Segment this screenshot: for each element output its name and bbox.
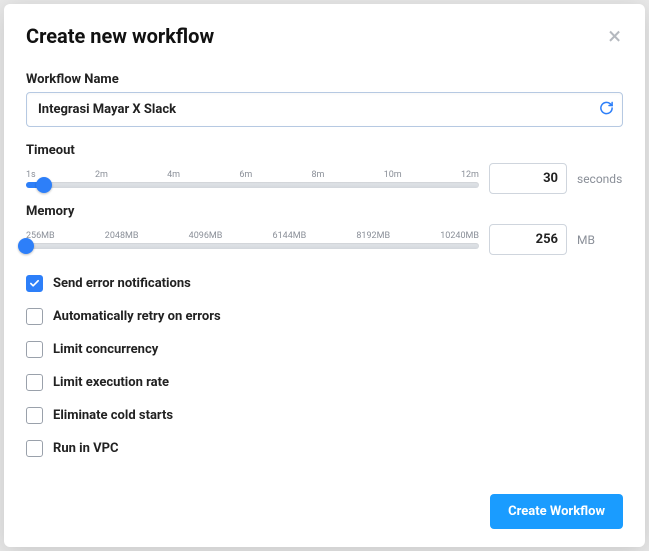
workflow-name-input[interactable]	[26, 92, 623, 127]
memory-slider[interactable]: 256MB2048MB4096MB6144MB8192MB10240MB	[26, 231, 479, 249]
checkbox-icon[interactable]	[26, 374, 43, 391]
create-workflow-modal: Create new workflow × Workflow Name Time…	[4, 4, 645, 547]
slider-tick: 2m	[95, 170, 108, 180]
checkbox-icon[interactable]	[26, 407, 43, 424]
timeout-slider[interactable]: 1s 2m 4m 6m 8m 10m 12m	[26, 170, 479, 188]
create-workflow-button[interactable]: Create Workflow	[490, 494, 623, 529]
slider-tick: 8192MB	[356, 231, 390, 241]
option-label: Send error notifications	[53, 276, 191, 291]
slider-tick: 8m	[312, 170, 325, 180]
slider-tick: 10m	[384, 170, 402, 180]
option-3[interactable]: Limit execution rate	[26, 374, 623, 391]
close-icon[interactable]: ×	[606, 22, 623, 50]
workflow-name-label: Workflow Name	[26, 72, 623, 87]
slider-tick: 6144MB	[273, 231, 307, 241]
slider-tick: 4096MB	[189, 231, 223, 241]
option-label: Run in VPC	[53, 441, 118, 456]
option-2[interactable]: Limit concurrency	[26, 341, 623, 358]
slider-tick: 2048MB	[105, 231, 139, 241]
slider-tick: 12m	[461, 170, 479, 180]
option-label: Automatically retry on errors	[53, 309, 221, 324]
option-label: Limit execution rate	[53, 375, 169, 390]
option-0[interactable]: Send error notifications	[26, 275, 623, 292]
option-1[interactable]: Automatically retry on errors	[26, 308, 623, 325]
checkbox-icon[interactable]	[26, 308, 43, 325]
checkbox-icon[interactable]	[26, 440, 43, 457]
slider-tick: 4m	[167, 170, 180, 180]
option-label: Limit concurrency	[53, 342, 158, 357]
option-4[interactable]: Eliminate cold starts	[26, 407, 623, 424]
memory-label: Memory	[26, 204, 623, 219]
slider-tick: 1s	[26, 170, 36, 180]
checkbox-icon[interactable]	[26, 275, 43, 292]
checkbox-icon[interactable]	[26, 341, 43, 358]
option-label: Eliminate cold starts	[53, 408, 173, 423]
option-5[interactable]: Run in VPC	[26, 440, 623, 457]
slider-tick: 10240MB	[440, 231, 479, 241]
memory-unit: MB	[577, 233, 623, 247]
modal-header: Create new workflow ×	[26, 22, 623, 50]
timeout-unit: seconds	[577, 172, 623, 186]
modal-title: Create new workflow	[26, 24, 214, 48]
refresh-icon[interactable]	[599, 100, 614, 119]
slider-tick: 6m	[239, 170, 252, 180]
memory-value-input[interactable]	[489, 224, 567, 255]
timeout-value-input[interactable]	[489, 163, 567, 194]
timeout-label: Timeout	[26, 143, 623, 158]
